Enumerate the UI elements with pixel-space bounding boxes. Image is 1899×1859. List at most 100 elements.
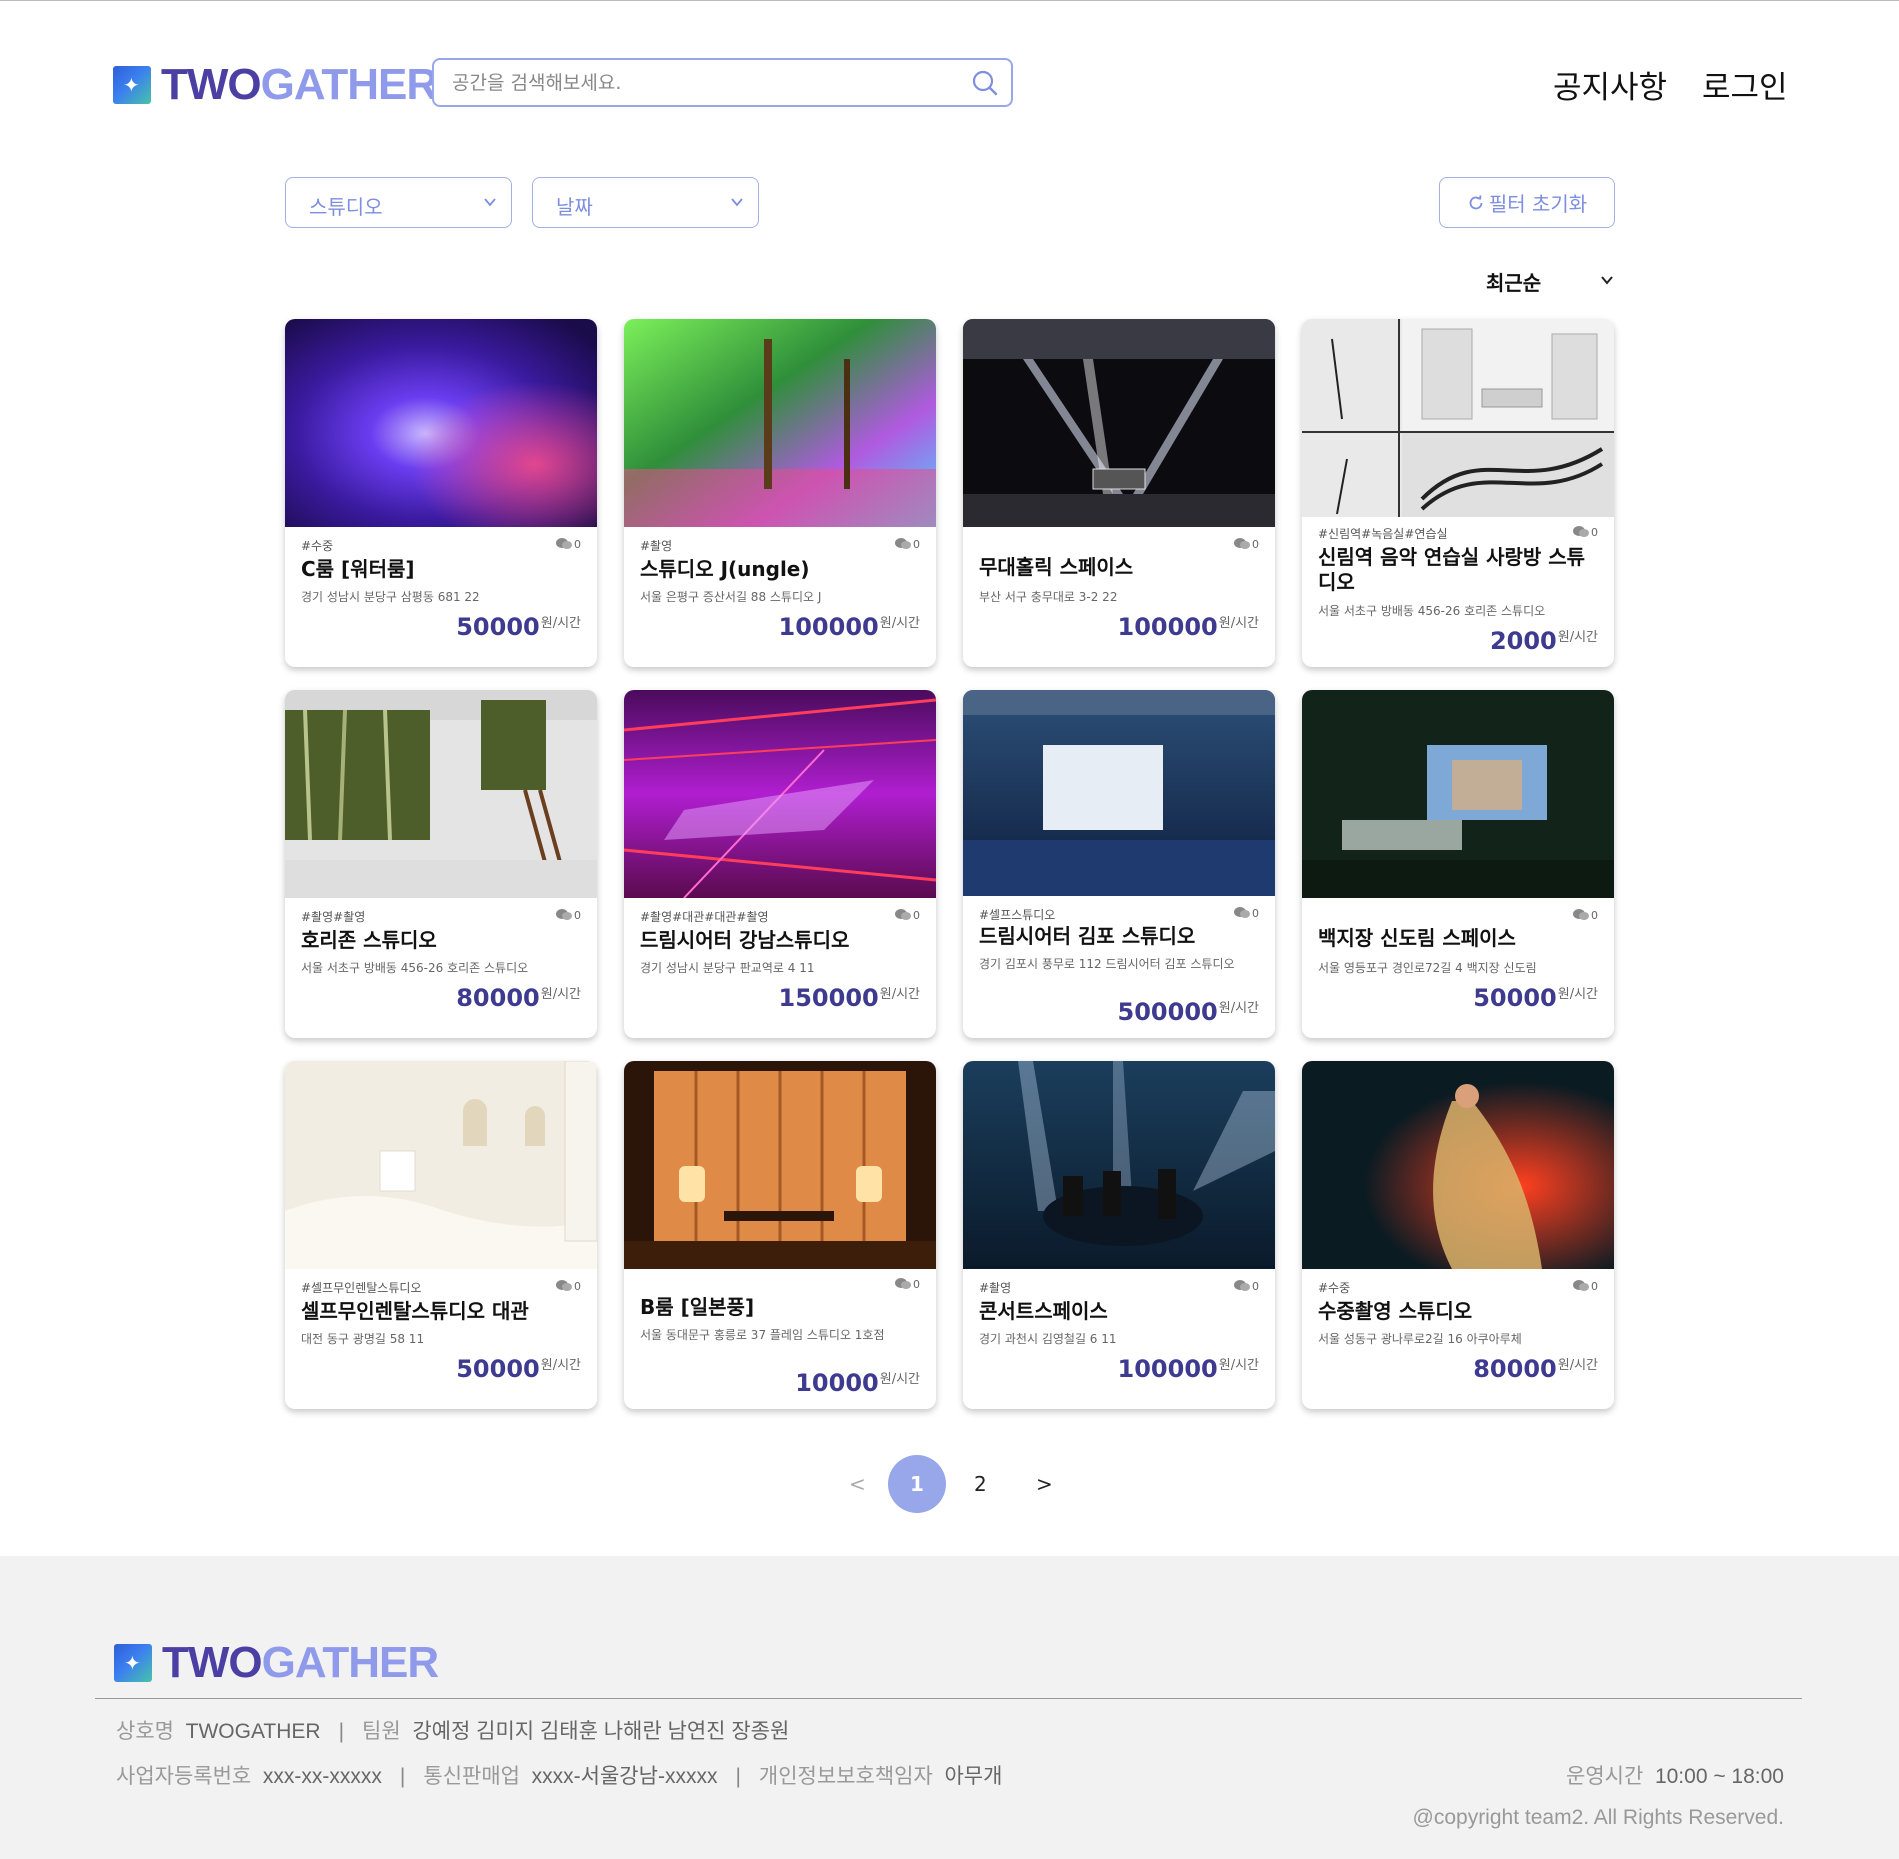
team-value: 강예정 김미지 김태훈 나해란 남연진 장종원: [412, 1720, 790, 1743]
price-value: 500000: [1117, 998, 1218, 1026]
space-thumbnail: [624, 319, 936, 527]
card-price: 100000 원/시간: [1118, 613, 1259, 641]
space-thumbnail: [963, 319, 1275, 527]
pagination-next[interactable]: >: [1036, 1472, 1053, 1496]
price-unit: 원/시간: [879, 1372, 920, 1387]
card-price: 150000 원/시간: [779, 984, 920, 1012]
biz-value: xxx-xx-xxxxx: [262, 1765, 382, 1788]
price-value: 150000: [778, 984, 879, 1012]
search-bar: [432, 58, 1013, 107]
card-address: 경기 김포시 풍무로 112 드림시어터 김포 스튜디오: [979, 957, 1235, 971]
card-title: 호리존 스튜디오: [301, 928, 437, 952]
card-price: 50000 원/시간: [456, 613, 581, 641]
date-dropdown[interactable]: 날짜: [532, 177, 759, 228]
price-unit: 원/시간: [1218, 1358, 1259, 1373]
space-card[interactable]: 0 무대홀릭 스페이스 부산 서구 충무대로 3-2 22 100000 원/시간: [963, 319, 1275, 667]
space-card[interactable]: #수중 0 C룸 [워터룸] 경기 성남시 분당구 삼평동 681 22 500…: [285, 319, 597, 667]
price-value: 80000: [456, 984, 540, 1012]
sort-label: 최근순: [1486, 271, 1542, 295]
card-address: 경기 성남시 분당구 판교역로 4 11: [640, 961, 815, 975]
comment-icon: [556, 909, 572, 920]
logo-gather: GATHER: [261, 1638, 440, 1687]
card-price: 10000 원/시간: [795, 1369, 920, 1397]
card-tags: #촬영#대관#대관#촬영: [640, 910, 769, 924]
price-value: 10000: [795, 1369, 879, 1397]
card-address: 경기 성남시 분당구 삼평동 681 22: [301, 590, 480, 604]
space-card[interactable]: #촬영 0 콘서트스페이스 경기 과천시 김영철길 6 11 100000 원/시…: [963, 1061, 1275, 1409]
logo-gather: GATHER: [260, 60, 439, 109]
nav-login-link[interactable]: 로그인: [1702, 62, 1788, 107]
card-comment-count: 0: [1572, 1279, 1598, 1293]
price-unit: 원/시간: [879, 616, 920, 631]
comment-count-value: 0: [574, 908, 581, 922]
card-address: 부산 서구 충무대로 3-2 22: [979, 590, 1118, 604]
company-label: 상호명: [116, 1720, 174, 1743]
category-dropdown[interactable]: 스튜디오: [285, 177, 512, 228]
card-title: 신림역 음악 연습실 사랑방 스튜디오: [1318, 545, 1586, 594]
footer-divider: [95, 1698, 1802, 1699]
space-card[interactable]: 0 백지장 신도림 스페이스 서울 영등포구 경인로72길 4 백지장 신도림 …: [1302, 690, 1614, 1038]
card-title: 셀프무인렌탈스튜디오 대관: [301, 1299, 529, 1323]
price-unit: 원/시간: [879, 987, 920, 1002]
card-address: 서울 은평구 증산서길 88 스튜디오 J: [640, 590, 822, 604]
space-card[interactable]: #촬영#촬영 0 호리존 스튜디오 서울 서초구 방배동 456-26 호리존 …: [285, 690, 597, 1038]
card-price: 100000 원/시간: [779, 613, 920, 641]
space-card[interactable]: #셀프스튜디오 0 드림시어터 김포 스튜디오 경기 김포시 풍무로 112 드…: [963, 690, 1275, 1038]
space-card[interactable]: #셀프무인렌탈스튜디오 0 셀프무인렌탈스튜디오 대관 대전 동구 광명길 58…: [285, 1061, 597, 1409]
card-price: 500000 원/시간: [1118, 998, 1259, 1026]
card-tags: #수중: [1318, 1281, 1351, 1295]
biz-label: 사업자등록번호: [116, 1765, 252, 1788]
filter-reset-label: 필터 초기화: [1488, 192, 1588, 216]
logo-icon: ✦: [114, 1644, 152, 1682]
price-unit: 원/시간: [1557, 630, 1598, 645]
space-card[interactable]: 0 B룸 [일본풍] 서울 동대문구 홍릉로 37 플레임 스튜디오 1호점 1…: [624, 1061, 936, 1409]
comment-count-value: 0: [1591, 1279, 1598, 1293]
team-label: 팀원: [362, 1720, 401, 1743]
footer-company-row: 상호명 TWOGATHER | 팀원 강예정 김미지 김태훈 나해란 남연진 장종원: [116, 1720, 790, 1743]
card-address: 서울 영등포구 경인로72길 4 백지장 신도림: [1318, 961, 1537, 975]
price-value: 50000: [1473, 984, 1557, 1012]
top-border: [0, 0, 1899, 1]
space-thumbnail: [963, 690, 1275, 896]
nav-notice-link[interactable]: 공지사항: [1553, 62, 1667, 107]
header-logo[interactable]: ✦ TWOGATHER: [113, 60, 439, 110]
price-value: 100000: [778, 613, 879, 641]
pagination-prev[interactable]: <: [849, 1472, 866, 1496]
space-card[interactable]: #수중 0 수중촬영 스튜디오 서울 성동구 광나루로2길 16 아쿠아루체 8…: [1302, 1061, 1614, 1409]
card-title: 무대홀릭 스페이스: [979, 555, 1134, 579]
sort-dropdown[interactable]: 최근순: [1484, 264, 1616, 295]
date-dropdown-label: 날짜: [556, 195, 593, 219]
search-icon[interactable]: [971, 69, 999, 97]
comment-count-value: 0: [1591, 525, 1598, 539]
search-input[interactable]: [452, 70, 952, 96]
card-price: 100000 원/시간: [1118, 1355, 1259, 1383]
space-thumbnail: [1302, 319, 1614, 517]
space-thumbnail: [624, 1061, 936, 1269]
comment-count-value: 0: [1591, 908, 1598, 922]
space-card[interactable]: #신림역#녹음실#연습실 0 신림역 음악 연습실 사랑방 스튜디오 서울 서초…: [1302, 319, 1614, 667]
card-tags: #촬영: [979, 1281, 1012, 1295]
card-tags: #촬영: [640, 539, 673, 553]
card-comment-count: 0: [894, 908, 920, 922]
card-tags: #촬영#촬영: [301, 910, 366, 924]
chevron-down-icon: [484, 198, 496, 207]
space-thumbnail: [285, 319, 597, 527]
price-unit: 원/시간: [1218, 616, 1259, 631]
comment-icon: [895, 909, 911, 920]
comment-count-value: 0: [1252, 1279, 1259, 1293]
chevron-down-icon: [731, 198, 743, 207]
price-unit: 원/시간: [1557, 987, 1598, 1002]
space-card[interactable]: #촬영#대관#대관#촬영 0 드림시어터 강남스튜디오 경기 성남시 분당구 판…: [624, 690, 936, 1038]
space-thumbnail: [1302, 690, 1614, 898]
pagination-page-2[interactable]: 2: [974, 1472, 987, 1496]
space-card[interactable]: #촬영 0 스튜디오 J(ungle) 서울 은평구 증산서길 88 스튜디오 …: [624, 319, 936, 667]
card-tags: #셀프무인렌탈스튜디오: [301, 1281, 422, 1295]
pagination-page-1[interactable]: 1: [888, 1455, 946, 1513]
price-unit: 원/시간: [1557, 1358, 1598, 1373]
card-comment-count: 0: [894, 537, 920, 551]
price-unit: 원/시간: [540, 1358, 581, 1373]
card-comment-count: 0: [1233, 906, 1259, 920]
price-value: 2000: [1489, 627, 1557, 655]
card-address: 서울 서초구 방배동 456-26 호리존 스튜디오: [1318, 604, 1546, 618]
filter-reset-button[interactable]: 필터 초기화: [1439, 177, 1615, 228]
